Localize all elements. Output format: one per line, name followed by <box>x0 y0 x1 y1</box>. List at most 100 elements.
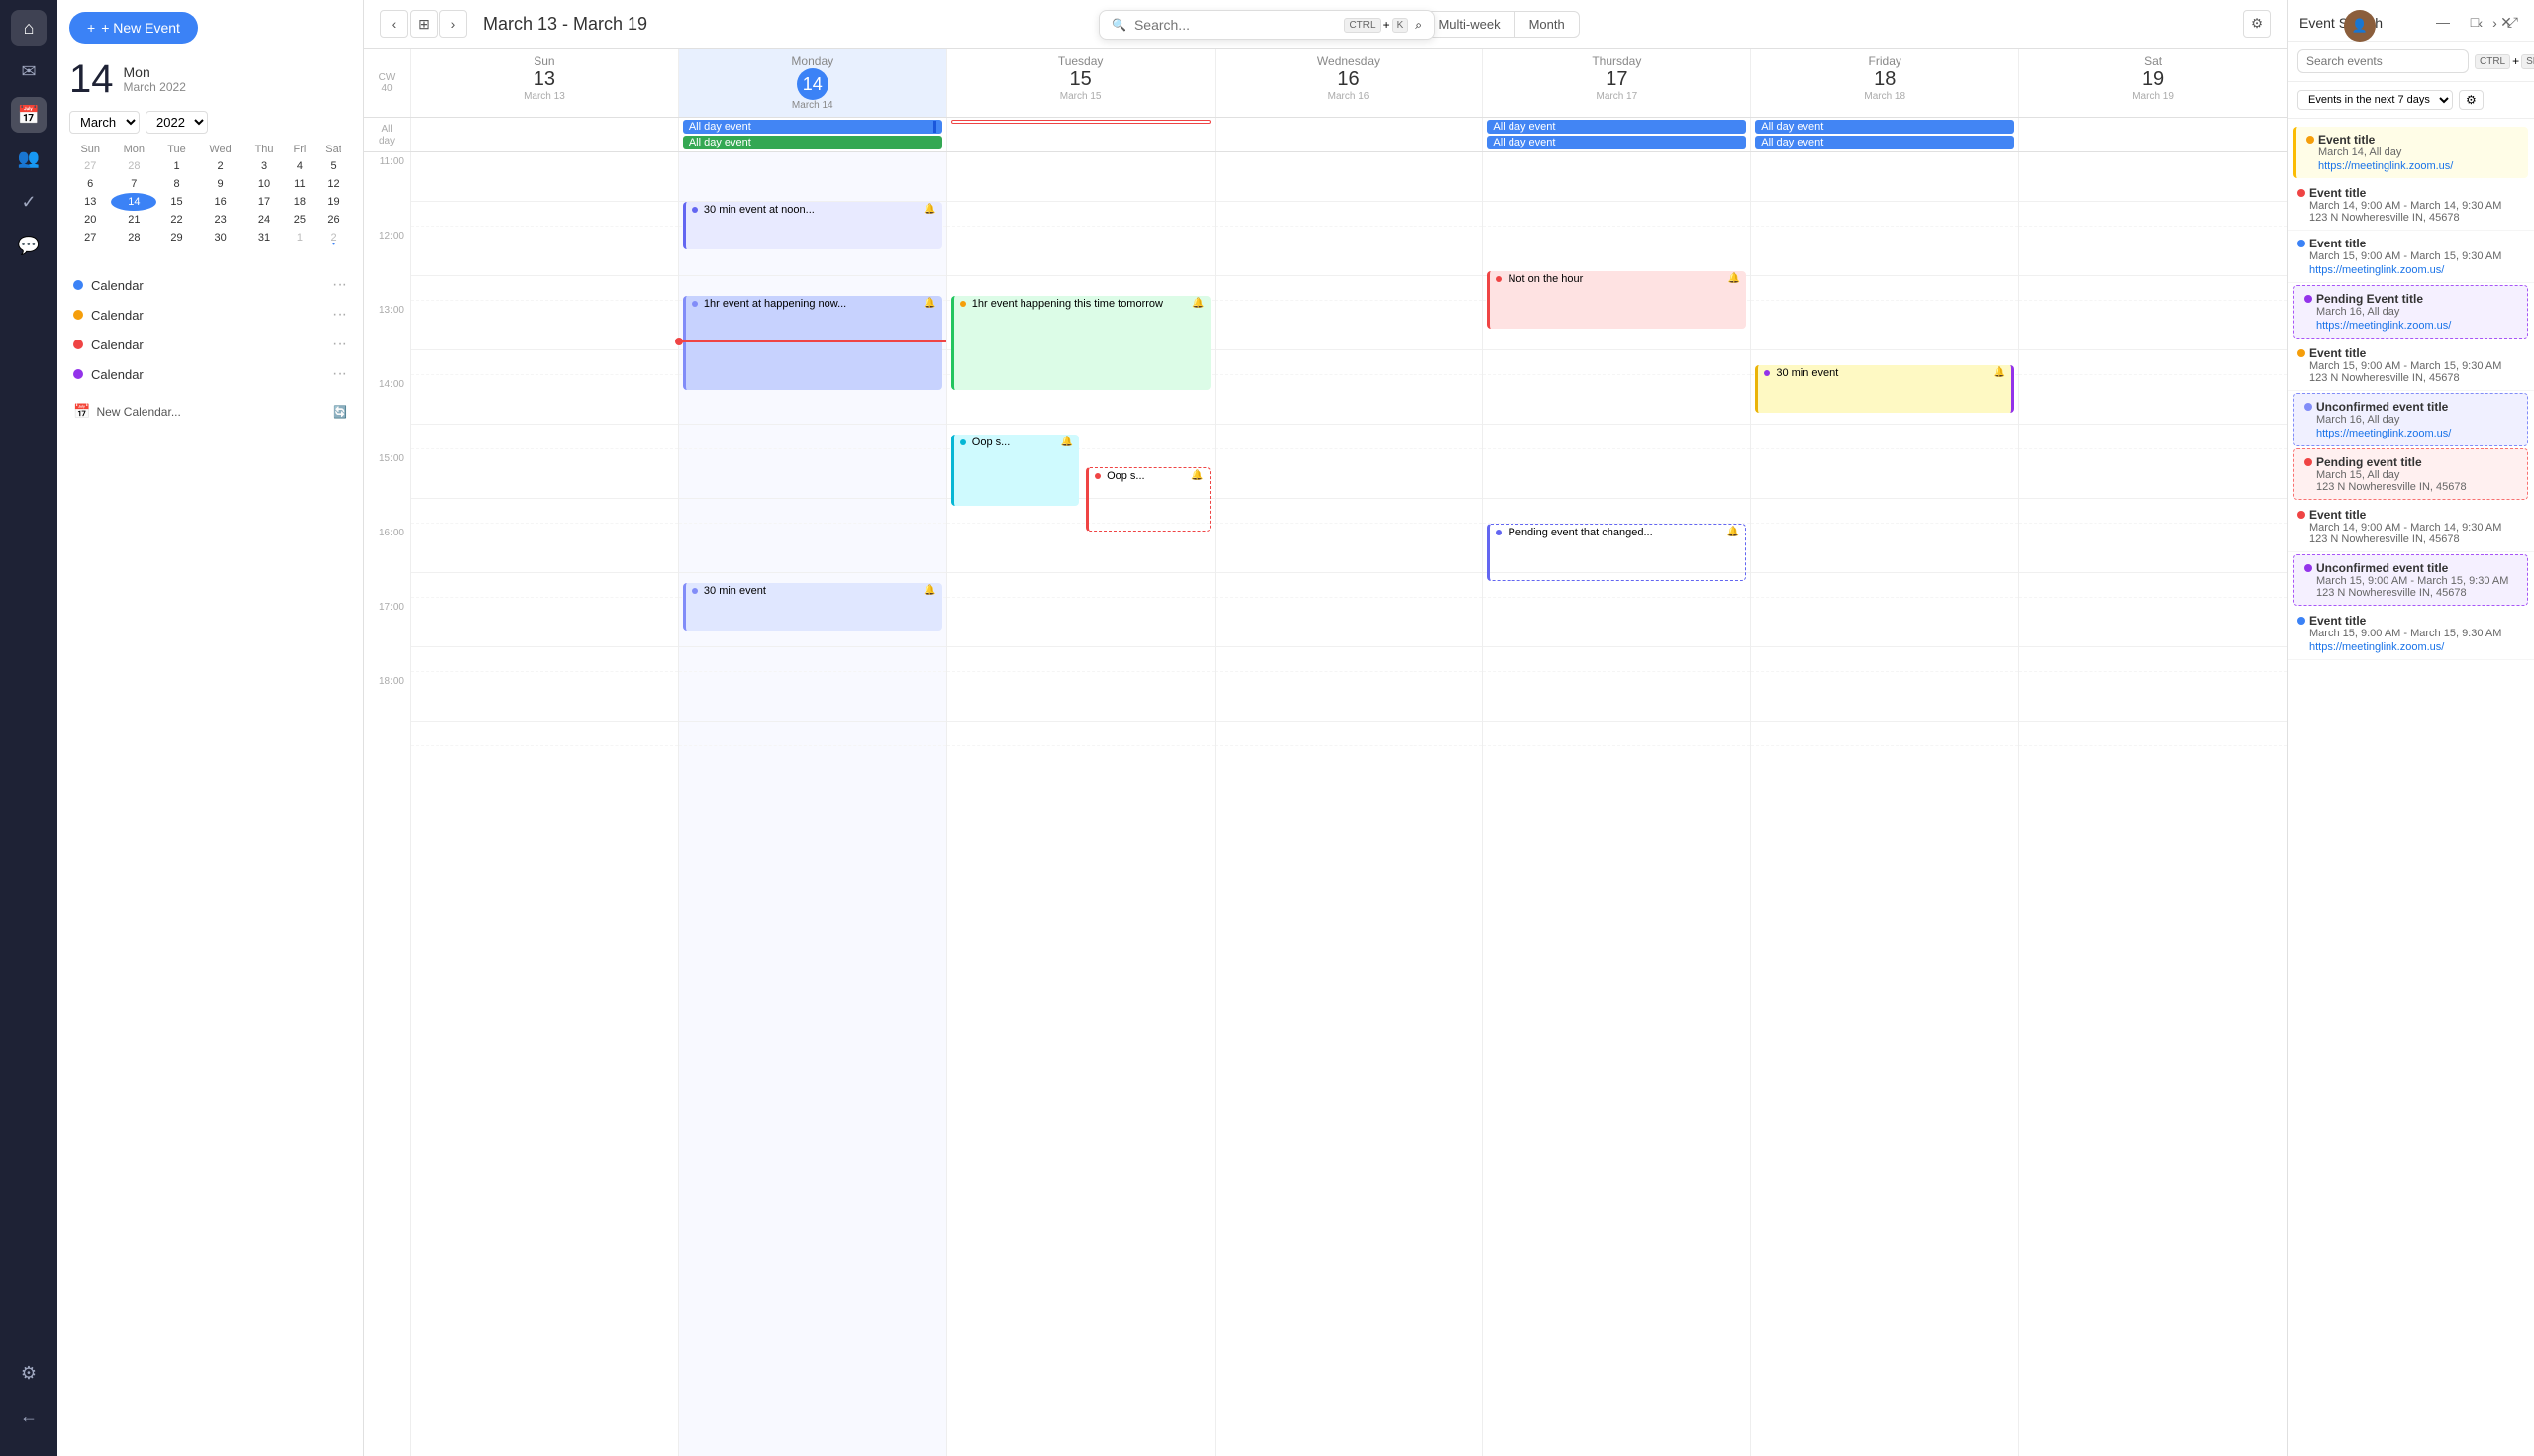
cal-more-button[interactable]: ··· <box>332 365 347 383</box>
mini-cal-day[interactable]: 31 <box>244 229 284 246</box>
event-list-item[interactable]: Event title March 14, 9:00 AM - March 14… <box>2288 502 2534 552</box>
mini-cal-day[interactable]: 23 <box>197 211 244 229</box>
year-select[interactable]: 2022 <box>146 111 208 134</box>
event-item-link[interactable]: https://meetinglink.zoom.us/ <box>2316 426 2517 439</box>
filter-button[interactable]: ⚙ <box>2243 10 2271 38</box>
allday-event-tue-1[interactable] <box>951 120 1211 124</box>
mini-cal-day[interactable]: 1 <box>156 157 197 175</box>
event-list-item[interactable]: Unconfirmed event title March 15, 9:00 A… <box>2293 554 2528 606</box>
user-avatar[interactable]: 👤 <box>2344 10 2376 42</box>
event-oop-2[interactable]: Oop s... 🔔 <box>1086 467 1211 532</box>
view-multiweek-button[interactable]: Multi-week <box>1424 12 1514 37</box>
mini-cal-day[interactable]: 21 <box>111 211 156 229</box>
new-event-button[interactable]: + + New Event <box>69 12 198 44</box>
mini-cal-day[interactable]: 14 <box>111 193 156 211</box>
calendar-list-item[interactable]: Calendar ··· <box>69 300 351 330</box>
mini-cal-day[interactable]: 19 <box>315 193 351 211</box>
mini-cal-day[interactable]: 28 <box>111 157 156 175</box>
event-1hr-now[interactable]: 1hr event at happening now... 🔔 <box>683 296 942 390</box>
search-submit-icon[interactable]: ⌕ <box>1415 18 1422 33</box>
sidebar-item-mail[interactable]: ✉ <box>11 53 47 89</box>
filter-options-button[interactable]: ⚙ <box>2459 90 2484 110</box>
mini-cal-day[interactable]: 10 <box>244 175 284 193</box>
event-30min-noon[interactable]: 30 min event at noon... 🔔 <box>683 202 942 249</box>
mini-cal-day[interactable]: 6 <box>69 175 111 193</box>
mini-cal-day[interactable]: 5 <box>315 157 351 175</box>
sync-icon[interactable]: 🔄 <box>333 405 347 419</box>
mini-cal-day[interactable]: 17 <box>244 193 284 211</box>
mini-cal-day[interactable]: 2 <box>197 157 244 175</box>
event-list-item[interactable]: Pending Event title March 16, All dayhtt… <box>2293 285 2528 339</box>
mini-cal-day[interactable]: 22 <box>156 211 197 229</box>
close-button[interactable]: ✕ <box>2494 10 2518 34</box>
event-1hr-tomorrow[interactable]: 1hr event happening this time tomorrow 🔔 <box>951 296 1211 390</box>
allday-event-fri-1[interactable]: All day event <box>1755 120 2014 134</box>
maximize-button[interactable]: □ <box>2463 10 2486 34</box>
mini-cal-day[interactable]: 8 <box>156 175 197 193</box>
nav-next-button[interactable]: › <box>439 10 467 38</box>
mini-cal-day[interactable]: 2 <box>315 229 351 246</box>
event-list-item[interactable]: Event title March 14, 9:00 AM - March 14… <box>2288 180 2534 231</box>
calendar-list-item[interactable]: Calendar ··· <box>69 330 351 359</box>
mini-cal-day[interactable]: 4 <box>285 157 315 175</box>
nav-today-button[interactable]: ⊞ <box>410 10 438 38</box>
allday-event-mon-2[interactable]: All day event <box>683 136 942 149</box>
event-search-input[interactable] <box>2297 49 2469 73</box>
cal-more-button[interactable]: ··· <box>332 306 347 324</box>
calendar-list-item[interactable]: Calendar ··· <box>69 359 351 389</box>
mini-cal-day[interactable]: 24 <box>244 211 284 229</box>
event-list-item[interactable]: Event title March 14, All dayhttps://mee… <box>2293 127 2528 178</box>
mini-cal-day[interactable]: 30 <box>197 229 244 246</box>
allday-event-thu-1[interactable]: All day event <box>1487 120 1746 134</box>
minimize-button[interactable]: — <box>2431 10 2455 34</box>
event-30min-later[interactable]: 30 min event 🔔 <box>683 583 942 631</box>
mini-cal-day[interactable]: 15 <box>156 193 197 211</box>
event-not-on-hour[interactable]: Not on the hour 🔔 <box>1487 271 1746 329</box>
sidebar-item-chat[interactable]: 💬 <box>11 228 47 263</box>
sidebar-item-people[interactable]: 👥 <box>11 141 47 176</box>
mini-cal-day[interactable]: 9 <box>197 175 244 193</box>
event-pending-changed[interactable]: Pending event that changed... 🔔 <box>1487 524 1746 581</box>
allday-event-mon-1[interactable]: All day event <box>683 120 942 134</box>
event-list-item[interactable]: Event title March 15, 9:00 AM - March 15… <box>2288 340 2534 391</box>
event-list-item[interactable]: Event title March 15, 9:00 AM - March 15… <box>2288 608 2534 660</box>
mini-cal-day[interactable]: 25 <box>285 211 315 229</box>
mini-cal-day[interactable]: 29 <box>156 229 197 246</box>
mini-cal-day[interactable]: 27 <box>69 157 111 175</box>
event-list-item[interactable]: Unconfirmed event title March 16, All da… <box>2293 393 2528 446</box>
mini-cal-day[interactable]: 13 <box>69 193 111 211</box>
cal-more-button[interactable]: ··· <box>332 336 347 353</box>
search-input[interactable] <box>1134 17 1337 33</box>
mini-cal-day[interactable]: 3 <box>244 157 284 175</box>
nav-prev-button[interactable]: ‹ <box>380 10 408 38</box>
sidebar-item-back[interactable]: ← <box>11 1399 47 1434</box>
new-calendar-button[interactable]: 📅 New Calendar... 🔄 <box>69 397 351 426</box>
mini-cal-day[interactable]: 1 <box>285 229 315 246</box>
sidebar-item-tasks[interactable]: ✓ <box>11 184 47 220</box>
mini-cal-day[interactable]: 16 <box>197 193 244 211</box>
mini-cal-day[interactable]: 26 <box>315 211 351 229</box>
mini-cal-day[interactable]: 7 <box>111 175 156 193</box>
month-select[interactable]: March <box>69 111 140 134</box>
event-list-item[interactable]: Event title March 15, 9:00 AM - March 15… <box>2288 231 2534 283</box>
mini-cal-day[interactable]: 11 <box>285 175 315 193</box>
event-item-link[interactable]: https://meetinglink.zoom.us/ <box>2309 639 2524 653</box>
sidebar-item-calendar[interactable]: 📅 <box>11 97 47 133</box>
mini-cal-day[interactable]: 28 <box>111 229 156 246</box>
cal-more-button[interactable]: ··· <box>332 276 347 294</box>
event-item-link[interactable]: https://meetinglink.zoom.us/ <box>2316 318 2517 332</box>
event-item-link[interactable]: https://meetinglink.zoom.us/ <box>2318 158 2518 172</box>
events-filter-dropdown[interactable]: Events in the next 7 days <box>2297 90 2453 110</box>
view-month-button[interactable]: Month <box>1515 12 1579 37</box>
allday-event-fri-2[interactable]: All day event <box>1755 136 2014 149</box>
mini-cal-day[interactable]: 18 <box>285 193 315 211</box>
sidebar-item-home[interactable]: ⌂ <box>11 10 47 46</box>
event-item-link[interactable]: https://meetinglink.zoom.us/ <box>2309 262 2524 276</box>
sidebar-item-settings[interactable]: ⚙ <box>11 1355 47 1391</box>
mini-cal-day[interactable]: 12 <box>315 175 351 193</box>
event-oop-1[interactable]: Oop s... 🔔 <box>951 435 1080 506</box>
mini-cal-day[interactable]: 20 <box>69 211 111 229</box>
calendar-list-item[interactable]: Calendar ··· <box>69 270 351 300</box>
allday-event-thu-2[interactable]: All day event <box>1487 136 1746 149</box>
event-list-item[interactable]: Pending event title March 15, All day123… <box>2293 448 2528 500</box>
